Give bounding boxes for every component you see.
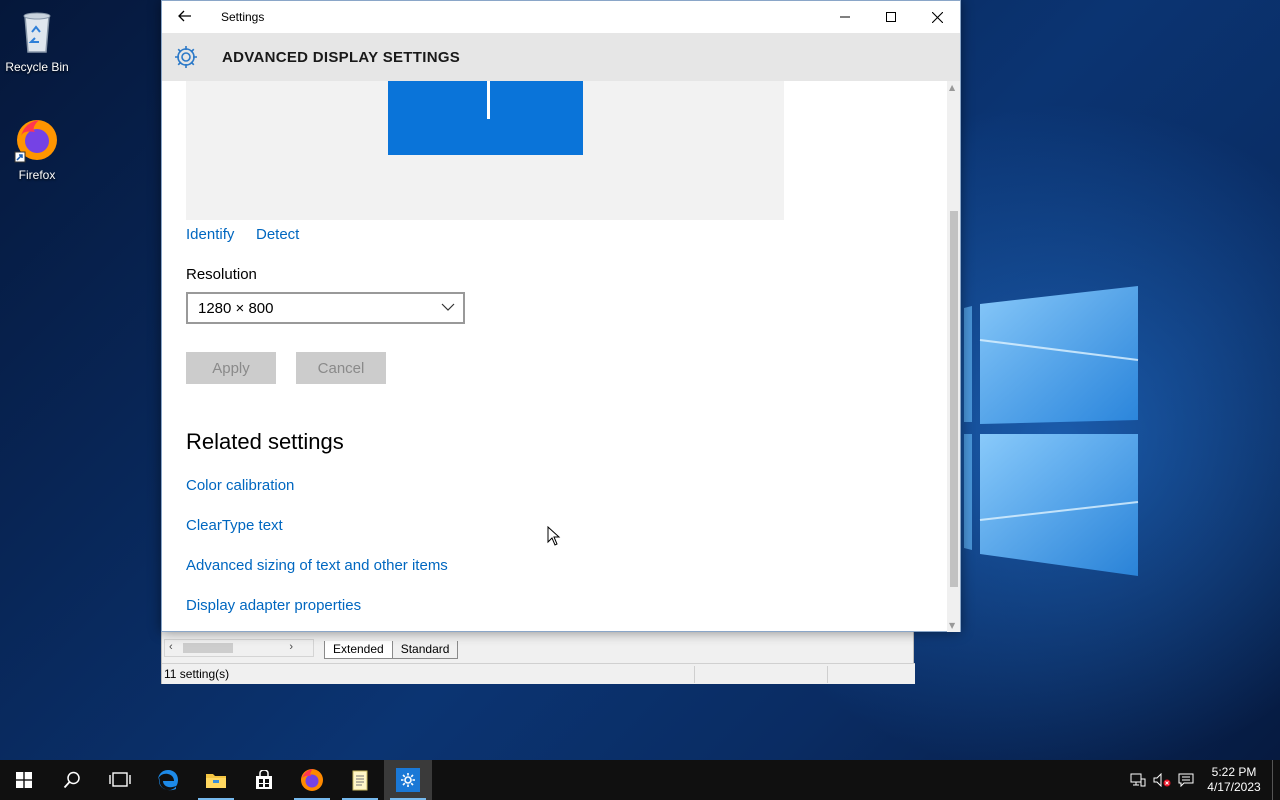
task-view-icon	[109, 772, 131, 787]
advanced-sizing-link[interactable]: Advanced sizing of text and other items	[186, 557, 448, 574]
task-view-button[interactable]	[96, 760, 144, 800]
firefox-icon	[14, 120, 57, 163]
chevron-down-icon	[441, 303, 455, 311]
show-desktop-button[interactable]	[1272, 760, 1280, 800]
page-title: ADVANCED DISPLAY SETTINGS	[222, 48, 461, 66]
taskbar-store[interactable]	[240, 760, 288, 800]
taskbar: 5:22 PM 4/17/2023	[0, 760, 1280, 800]
detect-link[interactable]: Detect	[256, 226, 299, 243]
scrollbar-thumb[interactable]	[950, 211, 958, 587]
recycle-bin-icon	[23, 12, 51, 53]
related-settings-title: Related settings	[186, 429, 344, 454]
vertical-scrollbar[interactable]: ▲ ▼	[947, 81, 960, 632]
edge-icon	[158, 770, 178, 791]
scroll-left-icon[interactable]: ‹	[169, 641, 173, 653]
desktop-icon-label: Firefox	[18, 168, 56, 182]
mouse-cursor-icon	[547, 526, 561, 546]
network-button[interactable]	[1126, 760, 1150, 800]
file-explorer-icon	[206, 774, 226, 788]
scroll-down-icon[interactable]: ▼	[949, 621, 955, 630]
identify-link[interactable]: Identify	[186, 226, 234, 243]
color-calibration-link[interactable]: Color calibration	[186, 477, 294, 494]
taskbar-firefox[interactable]	[288, 760, 336, 800]
desktop-icon-label: Recycle Bin	[5, 60, 69, 74]
taskbar-edge[interactable]	[144, 760, 192, 800]
background-window: ‹ › Extended Standard 11 setting(s)	[161, 630, 915, 684]
search-button[interactable]	[48, 760, 96, 800]
scroll-right-icon[interactable]: ›	[289, 641, 293, 653]
start-icon	[16, 772, 32, 788]
maximize-button[interactable]	[868, 1, 914, 33]
action-center-icon	[1178, 773, 1194, 787]
window-title: Settings	[221, 10, 265, 24]
scrollbar-thumb[interactable]	[183, 643, 233, 653]
page-header: ADVANCED DISPLAY SETTINGS	[162, 33, 960, 81]
monitor-preview[interactable]	[388, 81, 583, 155]
resolution-dropdown[interactable]: 1280 × 800	[186, 292, 465, 324]
tab-extended[interactable]: Extended	[324, 641, 393, 659]
volume-muted-icon	[1153, 773, 1171, 787]
desktop-icon-firefox[interactable]: Firefox	[0, 116, 74, 182]
minimize-icon	[840, 16, 850, 18]
status-separator	[694, 666, 695, 683]
windows-logo-icon	[964, 286, 1139, 576]
cleartype-text-link[interactable]: ClearType text	[186, 517, 283, 534]
start-button[interactable]	[0, 760, 48, 800]
firefox-icon	[301, 769, 323, 791]
status-separator	[827, 666, 828, 683]
scroll-up-icon[interactable]: ▲	[949, 83, 955, 92]
cancel-button[interactable]: Cancel	[296, 352, 386, 384]
close-icon	[931, 11, 943, 23]
settings-content: Identify Detect Resolution 1280 × 800 Ap…	[162, 81, 948, 632]
display-arrangement	[186, 81, 784, 220]
title-bar[interactable]: Settings	[162, 1, 960, 33]
display-adapter-properties-link[interactable]: Display adapter properties	[186, 597, 361, 614]
view-tabs: Extended Standard	[324, 641, 459, 659]
back-arrow-icon	[178, 10, 191, 21]
status-text: 11 setting(s)	[164, 667, 230, 681]
window-controls	[822, 1, 960, 33]
clock-time: 5:22 PM	[1211, 765, 1257, 779]
clock[interactable]: 5:22 PM 4/17/2023	[1198, 765, 1270, 795]
header-gear	[162, 44, 210, 70]
monitor-indicator	[487, 81, 490, 119]
store-icon	[256, 770, 272, 789]
back-button[interactable]	[162, 8, 208, 27]
gear-icon	[175, 46, 197, 68]
notepad-icon	[352, 770, 368, 791]
resolution-label: Resolution	[186, 266, 257, 283]
horizontal-scrollbar[interactable]: ‹ ›	[164, 639, 314, 657]
clock-date: 4/17/2023	[1207, 780, 1261, 794]
settings-window: Settings ADVANCED DISPLAY SETTINGS Ident…	[161, 0, 961, 632]
resolution-value: 1280 × 800	[198, 299, 274, 317]
system-tray: 5:22 PM 4/17/2023	[1126, 760, 1280, 800]
maximize-icon	[886, 12, 896, 22]
settings-icon	[396, 768, 420, 792]
taskbar-notepad[interactable]	[336, 760, 384, 800]
minimize-button[interactable]	[822, 1, 868, 33]
network-icon	[1130, 773, 1146, 787]
volume-button[interactable]	[1150, 760, 1174, 800]
status-bar: 11 setting(s)	[162, 663, 915, 684]
apply-button[interactable]: Apply	[186, 352, 276, 384]
taskbar-file-explorer[interactable]	[192, 760, 240, 800]
close-button[interactable]	[914, 1, 960, 33]
action-center-button[interactable]	[1174, 760, 1198, 800]
tab-standard[interactable]: Standard	[391, 641, 459, 659]
desktop-icon-recycle-bin[interactable]: Recycle Bin	[0, 8, 74, 74]
taskbar-settings[interactable]	[384, 760, 432, 800]
search-icon	[63, 771, 80, 789]
